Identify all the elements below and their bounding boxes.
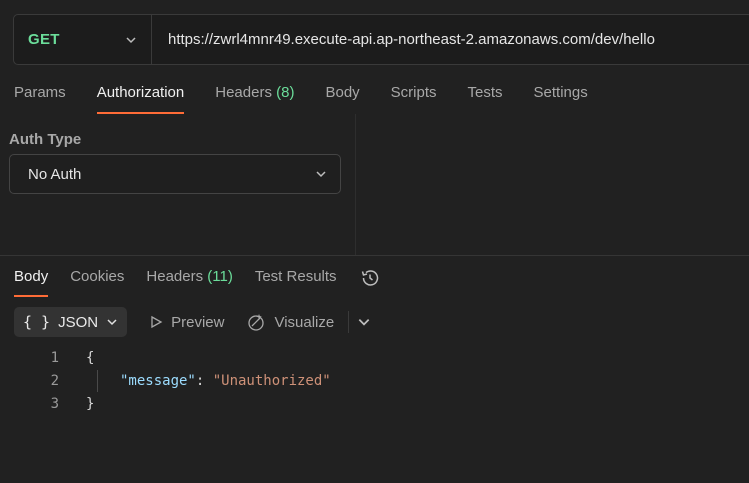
code-line: 3 } [0,392,749,415]
tab-headers[interactable]: Headers (8) [215,82,294,114]
format-label: JSON [58,313,99,331]
response-toolbar: { } JSON Preview Visualize [14,307,371,337]
chevron-down-icon [316,171,326,178]
response-tab-headers[interactable]: Headers (11) [146,265,232,297]
tab-authorization[interactable]: Authorization [96,82,184,114]
play-icon [151,315,163,329]
tab-headers-label: Headers [215,84,272,101]
auth-type-value: No Auth [28,165,82,183]
url-input[interactable]: https://zwrl4mnr49.execute-api.ap-northe… [152,31,655,48]
pane-divider[interactable] [0,255,749,256]
chevron-down-icon[interactable] [357,315,371,329]
url-bar: GET https://zwrl4mnr49.execute-api.ap-no… [13,14,749,65]
auth-panel: Auth Type No Auth [0,114,356,256]
history-icon[interactable] [359,267,381,289]
response-tab-headers-label: Headers [146,268,204,285]
visualize-label: Visualize [274,313,335,331]
line-number: 1 [50,349,59,366]
tab-headers-count: (8) [276,84,295,101]
response-body-code[interactable]: 1 { 2 "message": "Unauthorized" 3 } [0,346,749,415]
code-line: 1 { [0,346,749,369]
request-tabs: Params Authorization Headers (8) Body Sc… [14,82,619,114]
response-tab-test-results[interactable]: Test Results [255,265,337,297]
tab-body[interactable]: Body [325,82,359,114]
code-text: { [86,349,95,366]
braces-icon: { } [23,313,51,331]
response-tabs: Body Cookies Headers (11) Test Results [14,265,381,297]
tab-scripts[interactable]: Scripts [391,82,437,114]
json-colon: : [195,372,213,389]
line-number: 3 [50,395,59,412]
auth-type-label: Auth Type [9,131,82,148]
chevron-down-icon [107,319,117,326]
code-text: } [86,395,95,412]
json-string-value: "Unauthorized" [212,372,331,389]
preview-button[interactable]: Preview [149,314,224,331]
method-select[interactable]: GET [14,15,152,64]
response-tab-cookies[interactable]: Cookies [70,265,124,297]
format-select[interactable]: { } JSON [14,307,128,337]
tab-settings[interactable]: Settings [534,82,588,114]
code-line: 2 "message": "Unauthorized" [0,369,749,392]
chevron-down-icon [126,36,136,43]
auth-type-select[interactable]: No Auth [9,154,341,194]
preview-label: Preview [171,313,225,331]
response-tab-body[interactable]: Body [14,265,49,297]
line-number: 2 [50,372,59,389]
response-tab-headers-count: (11) [207,268,233,285]
visualize-button[interactable]: Visualize [246,312,334,332]
toolbar-separator [348,311,350,333]
tab-tests[interactable]: Tests [468,82,503,114]
code-text: "message": "Unauthorized" [120,373,331,389]
json-key: "message" [120,372,196,389]
tab-params[interactable]: Params [14,82,66,114]
method-label: GET [28,31,60,48]
visualize-icon [248,314,265,331]
